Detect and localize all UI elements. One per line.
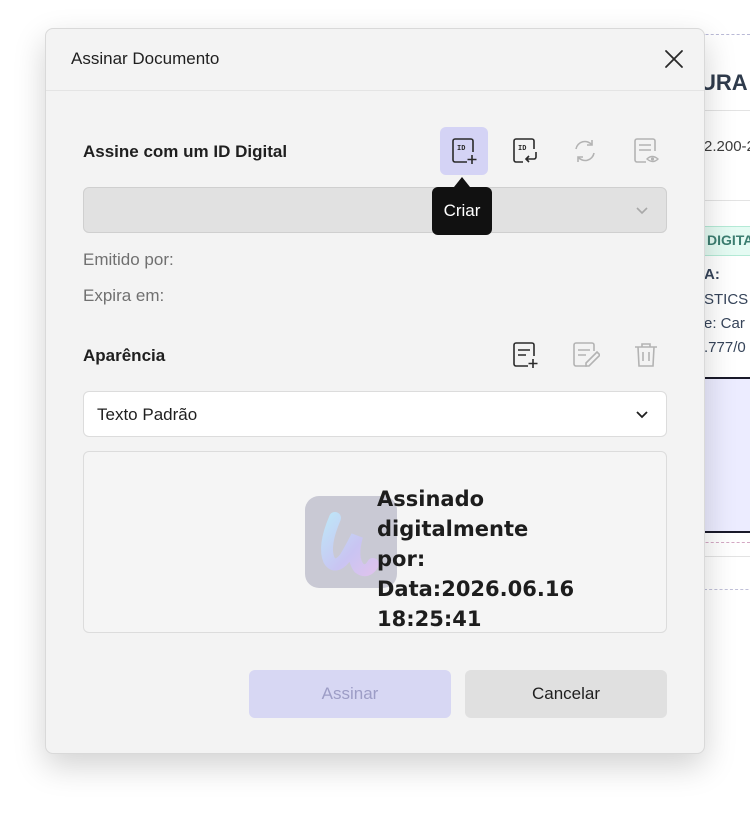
signature-preview: Assinado digitalmente por: Data:2026.06.… [83,451,667,633]
digital-badge-text: DIGITA [707,232,750,248]
svg-text:ID: ID [518,144,526,152]
document-line: .777/0 [704,339,746,356]
appearance-select[interactable]: Texto Padrão [83,391,667,437]
preview-line: Data:2026.06.16 [377,577,575,601]
document-line: STICS [704,291,749,308]
refresh-button[interactable] [561,127,609,175]
digital-id-label: Assine com um ID Digital [83,142,288,161]
preview-line: Assinado digitalmente [377,487,529,541]
digital-id-select[interactable] [83,187,667,233]
chevron-down-icon [636,411,648,419]
close-button[interactable] [658,43,690,75]
document-footer-box [704,556,750,590]
id-create-icon: ID [452,138,477,164]
appearance-edit-icon [573,342,600,367]
appearance-label: Aparência [83,346,166,365]
document-line: A: [704,266,720,283]
document-title-fragment: URA I [700,70,750,95]
appearance-select-value: Texto Padrão [97,405,198,424]
import-id-button[interactable]: ID [501,127,549,175]
sign-document-dialog: Assinar Documento Assine com um ID Digit… [45,28,705,754]
tooltip-arrow [454,177,470,187]
issued-by-label: Emitido por: [83,250,174,269]
preview-line: 18:25:41 [377,607,482,631]
chevron-down-icon [636,207,648,215]
dialog-titlebar: Assinar Documento [46,29,704,91]
delete-icon [635,343,657,367]
id-import-icon: ID [513,138,537,163]
expires-label: Expira em: [83,286,165,305]
create-appearance-button[interactable] [501,331,549,379]
signature-preview-text: Assinado digitalmente por: Data:2026.06.… [377,484,637,634]
svg-text:ID: ID [457,144,465,152]
create-id-button[interactable]: ID [440,127,488,175]
edit-appearance-button[interactable] [561,331,609,379]
create-tooltip: Criar [432,187,492,235]
delete-appearance-button[interactable] [622,331,670,379]
sign-button[interactable]: Assinar [249,670,451,718]
preview-line: por: [377,547,426,571]
document-line: e: Car [704,315,745,332]
cancel-button[interactable]: Cancelar [465,670,667,718]
refresh-icon [575,140,595,162]
document-number-fragment: 2.200-2 [704,138,750,155]
id-view-icon [634,138,660,163]
view-id-button[interactable] [622,127,670,175]
close-icon [665,50,683,68]
appearance-create-icon [513,342,538,368]
dialog-title: Assinar Documento [71,49,220,68]
